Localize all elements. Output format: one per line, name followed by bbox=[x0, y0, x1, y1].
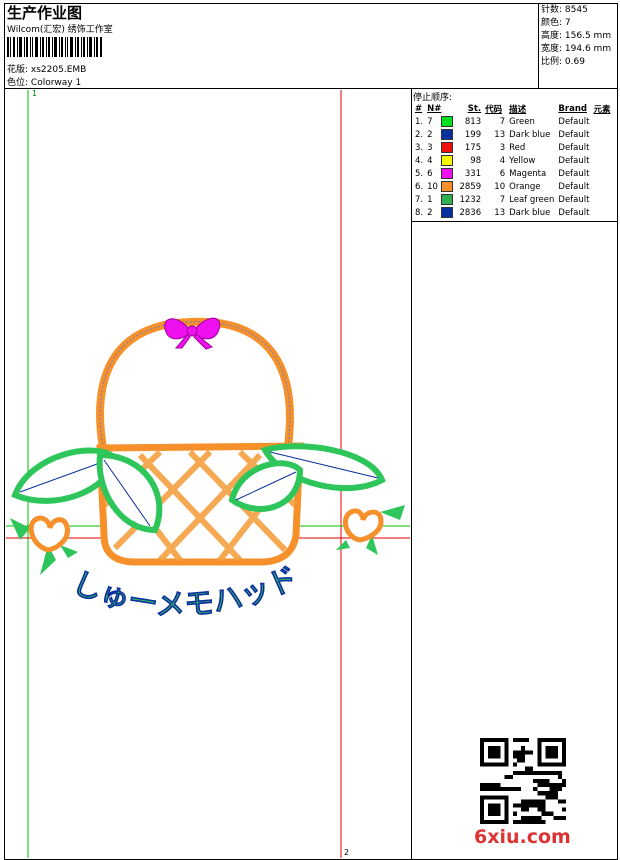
heart-ribbon-left bbox=[10, 515, 78, 575]
design-lettering: しゅーメモハッド bbox=[67, 560, 304, 623]
qr-code-icon bbox=[480, 738, 566, 824]
embroidery-design: 1 2 しゅーメモハッド bbox=[6, 89, 410, 858]
end-marker: 2 bbox=[344, 848, 349, 857]
start-marker: 1 bbox=[32, 89, 37, 98]
heart-ribbon-right bbox=[336, 505, 405, 555]
watermark: 6xiu.com bbox=[474, 826, 571, 848]
basket-handle bbox=[96, 317, 294, 452]
